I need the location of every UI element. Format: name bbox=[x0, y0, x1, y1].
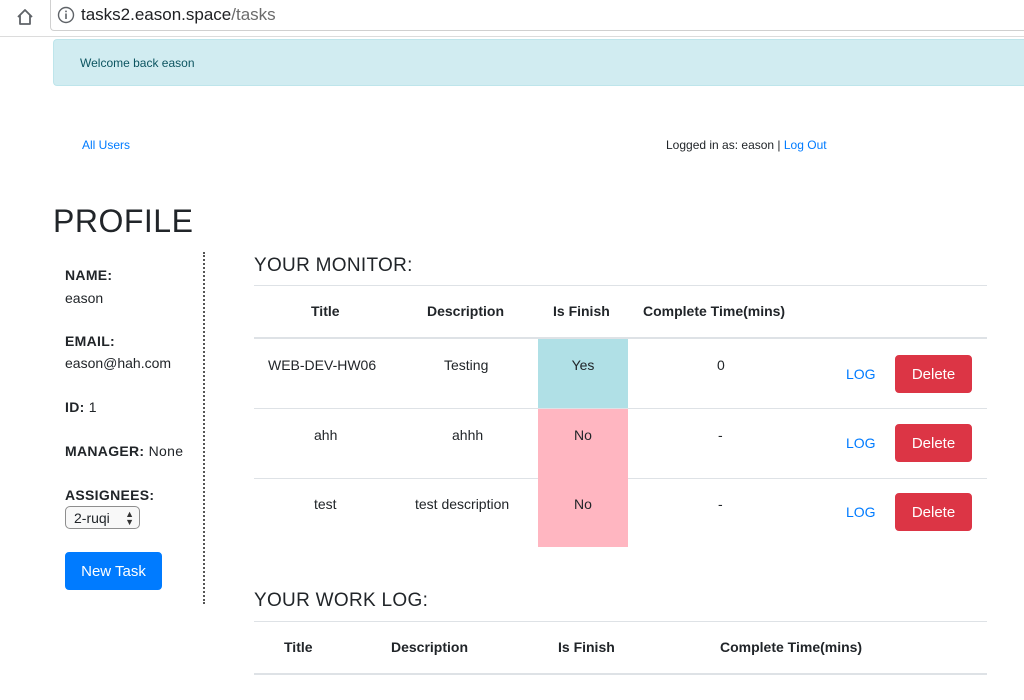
finish-text: Yes bbox=[571, 357, 595, 373]
monitor-row-3-description: test description bbox=[415, 496, 510, 512]
monitor-row-2-delete-button[interactable]: Delete bbox=[895, 424, 972, 462]
alert-text: Welcome back eason bbox=[80, 56, 195, 70]
monitor-header-complete-time: Complete Time(mins) bbox=[643, 303, 786, 319]
worklog-title: YOUR WORK LOG: bbox=[254, 590, 429, 611]
profile-divider bbox=[203, 252, 205, 604]
logged-in-text: Logged in as: eason | bbox=[666, 138, 784, 152]
manager-value: None bbox=[148, 443, 184, 459]
assignees-label: ASSIGNEES: bbox=[65, 487, 155, 503]
monitor-row-1-delete-button[interactable]: Delete bbox=[895, 355, 972, 393]
new-task-button[interactable]: New Task bbox=[65, 552, 162, 590]
all-users-link[interactable]: All Users bbox=[82, 138, 130, 152]
url-host: tasks2.eason.space bbox=[81, 5, 232, 24]
monitor-header-is-finish: Is Finish bbox=[553, 303, 610, 319]
finish-text: No bbox=[574, 427, 592, 443]
monitor-row-3-log-link[interactable]: LOG bbox=[846, 504, 876, 520]
monitor-row-1-title: WEB-DEV-HW06 bbox=[268, 357, 377, 373]
monitor-header-title: Title bbox=[311, 303, 340, 319]
id-value: 1 bbox=[88, 399, 97, 415]
manager-label: MANAGER: bbox=[65, 443, 145, 459]
home-icon[interactable] bbox=[14, 6, 36, 28]
worklog-header-rule bbox=[254, 673, 987, 675]
monitor-header-description: Description bbox=[427, 303, 505, 319]
info-icon[interactable] bbox=[57, 6, 75, 24]
monitor-row-3-title: test bbox=[314, 496, 337, 512]
monitor-row-1-complete-time: 0 bbox=[717, 357, 725, 373]
email-label: EMAIL: bbox=[65, 333, 116, 349]
monitor-row-2-is-finish: No bbox=[538, 409, 628, 478]
monitor-row-2-description: ahhh bbox=[452, 427, 484, 443]
monitor-table-top-rule bbox=[254, 285, 987, 286]
monitor-row-2-log-link[interactable]: LOG bbox=[846, 435, 876, 451]
welcome-alert: Welcome back eason bbox=[53, 39, 1024, 86]
monitor-row-3-delete-button[interactable]: Delete bbox=[895, 493, 972, 531]
monitor-title: YOUR MONITOR: bbox=[254, 255, 413, 276]
profile-title: PROFILE bbox=[53, 203, 194, 239]
name-label: NAME: bbox=[65, 267, 113, 283]
id-label: ID: bbox=[65, 399, 85, 415]
id-row: ID: 1 bbox=[65, 399, 97, 415]
url-field[interactable]: tasks2.eason.space/tasks bbox=[50, 0, 1024, 31]
worklog-header-title: Title bbox=[284, 639, 313, 655]
login-status: Logged in as: eason | Log Out bbox=[666, 138, 827, 152]
finish-text: No bbox=[574, 496, 592, 512]
name-value: eason bbox=[65, 290, 104, 306]
select-arrows-icon: ▲ ▼ bbox=[125, 508, 134, 527]
monitor-row-1-is-finish: Yes bbox=[538, 339, 628, 408]
manager-row: MANAGER: None bbox=[65, 443, 183, 459]
assignees-select[interactable]: 2-ruqi ▲ ▼ bbox=[65, 506, 140, 529]
worklog-header-complete-time: Complete Time(mins) bbox=[720, 639, 863, 655]
url-text: tasks2.eason.space/tasks bbox=[81, 5, 276, 25]
assignee-selected: 2-ruqi bbox=[74, 509, 110, 526]
worklog-header-is-finish: Is Finish bbox=[558, 639, 615, 655]
monitor-row-1-description: Testing bbox=[444, 357, 489, 373]
url-path: /tasks bbox=[231, 5, 276, 24]
worklog-header-description: Description bbox=[391, 639, 469, 655]
monitor-row-1-log-link[interactable]: LOG bbox=[846, 366, 876, 382]
worklog-table-top-rule bbox=[254, 621, 987, 622]
log-out-link[interactable]: Log Out bbox=[784, 138, 827, 152]
browser-address-bar: tasks2.eason.space/tasks bbox=[0, 0, 1024, 37]
monitor-row-3-complete-time: - bbox=[718, 496, 723, 512]
monitor-row-2-complete-time: - bbox=[718, 427, 723, 443]
monitor-row-3-is-finish: No bbox=[538, 478, 628, 547]
email-value: eason@hah.com bbox=[65, 355, 172, 371]
monitor-row-2-title: ahh bbox=[314, 427, 338, 443]
